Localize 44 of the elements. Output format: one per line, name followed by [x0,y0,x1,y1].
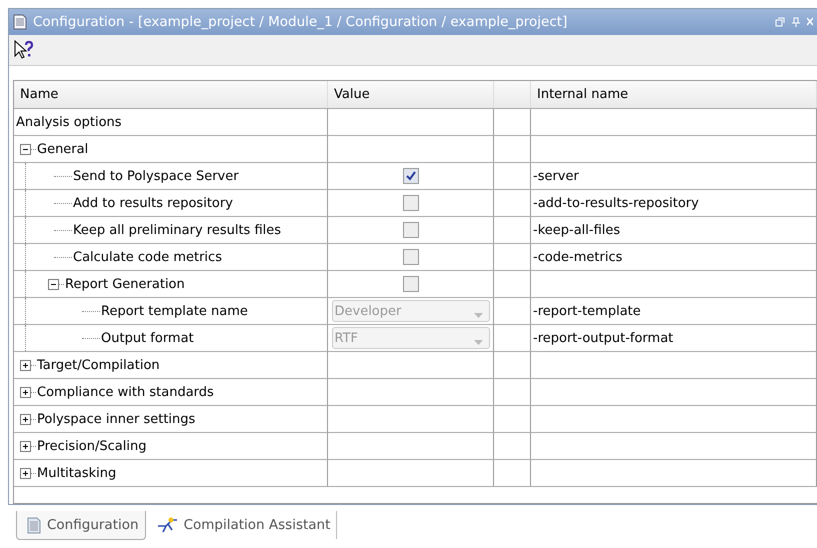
expand-icon[interactable] [20,440,31,452]
checkbox[interactable] [402,249,418,265]
panel-tab[interactable]: Compilation Assistant [146,511,338,539]
option-label[interactable]: Calculate code metrics [73,250,222,264]
internal-name: -report-template [533,304,641,318]
internal-name: -add-to-results-repository [533,196,699,210]
option-label[interactable]: Output format [101,330,194,346]
help-pointer-icon[interactable] [13,39,35,61]
caret-icon [474,312,482,318]
checkbox[interactable] [402,195,418,211]
option-label[interactable]: Send to Polyspace Server [73,168,239,184]
panel-tab[interactable]: Configuration [16,511,146,540]
expand-icon[interactable] [20,414,31,424]
option-label[interactable]: Add to results repository [73,196,233,210]
option-label[interactable]: Multitasking [37,466,116,480]
option-label[interactable]: Report template name [101,304,248,318]
document-icon [13,14,27,30]
column-header[interactable]: Name [14,81,328,108]
expand-icon[interactable] [20,468,31,478]
column-header[interactable]: Value [328,81,494,108]
column-header[interactable]: Internal name [531,81,817,108]
collapse-icon[interactable] [48,278,59,290]
expand-icon[interactable] [20,360,31,370]
checkbox[interactable] [402,276,418,292]
internal-name: -server [533,168,579,184]
option-label[interactable]: Precision/Scaling [37,438,146,454]
window-title: Configuration - [example_project / Module_1 / Configuration / example_project] [33,14,568,30]
option-label[interactable]: Compliance with standards [37,384,214,400]
option-label[interactable]: Keep all preliminary results files [73,222,282,238]
internal-name: -keep-all-files [533,222,620,238]
option-label[interactable]: Report Generation [65,276,185,292]
option-label[interactable]: Analysis options [16,114,122,130]
internal-name: -report-output-format [533,330,674,346]
option-label[interactable]: General [37,142,88,156]
checkbox[interactable] [402,222,418,238]
option-label[interactable]: Target/Compilation [37,358,160,372]
collapse-icon[interactable] [20,144,31,154]
checkbox[interactable] [402,168,418,184]
caret-icon [474,340,482,344]
runner-icon [156,517,178,533]
document-icon [27,516,41,534]
expand-icon[interactable] [20,386,31,398]
option-label[interactable]: Polyspace inner settings [37,412,196,426]
internal-name: -code-metrics [533,250,622,264]
